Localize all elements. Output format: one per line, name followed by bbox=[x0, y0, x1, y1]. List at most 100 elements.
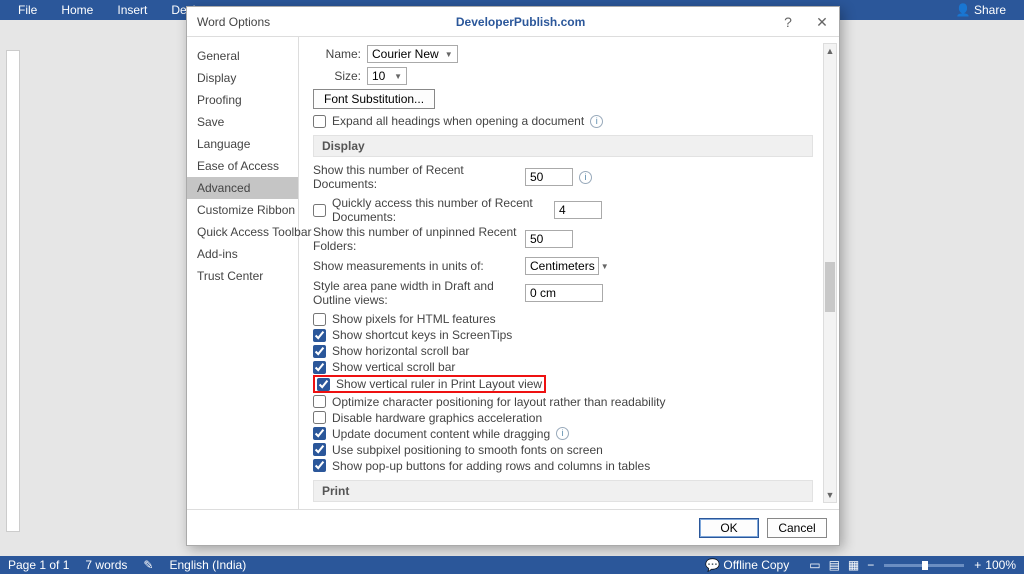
vertical-ruler bbox=[6, 50, 20, 532]
view-read-icon[interactable]: ▭ bbox=[809, 558, 820, 572]
tab-insert[interactable]: Insert bbox=[105, 0, 159, 20]
display-check-label: Show shortcut keys in ScreenTips bbox=[332, 328, 512, 342]
display-check-label: Show pixels for HTML features bbox=[332, 312, 496, 326]
display-check-row: Show horizontal scroll bar bbox=[313, 343, 813, 359]
display-check-5[interactable] bbox=[313, 395, 326, 408]
content-scrollbar[interactable]: ▲ ▼ bbox=[823, 43, 837, 503]
status-bar: Page 1 of 1 7 words ✎ English (India) 💬 … bbox=[0, 556, 1024, 574]
display-check-label: Use subpixel positioning to smooth fonts… bbox=[332, 443, 603, 457]
display-check-6[interactable] bbox=[313, 411, 326, 424]
info-icon[interactable]: i bbox=[579, 171, 592, 184]
info-icon[interactable]: i bbox=[556, 427, 569, 440]
font-name-label: Name: bbox=[313, 47, 361, 61]
style-area-label: Style area pane width in Draft and Outli… bbox=[313, 279, 519, 307]
quick-recent-checkbox[interactable] bbox=[313, 204, 326, 217]
expand-headings-checkbox[interactable] bbox=[313, 115, 326, 128]
scroll-thumb[interactable] bbox=[825, 262, 835, 312]
nav-add-ins[interactable]: Add-ins bbox=[187, 243, 298, 265]
status-offline[interactable]: 💬 Offline Copy bbox=[705, 558, 789, 572]
recent-folders-label: Show this number of unpinned Recent Fold… bbox=[313, 225, 519, 253]
display-check-label: Show pop-up buttons for adding rows and … bbox=[332, 459, 650, 473]
recent-folders-field[interactable] bbox=[525, 230, 573, 248]
nav-language[interactable]: Language bbox=[187, 133, 298, 155]
help-button[interactable]: ? bbox=[771, 7, 805, 37]
status-words[interactable]: 7 words bbox=[85, 558, 127, 572]
close-button[interactable]: ✕ bbox=[805, 7, 839, 37]
display-check-row: Show vertical ruler in Print Layout view bbox=[313, 375, 546, 393]
nav-quick-access-toolbar[interactable]: Quick Access Toolbar bbox=[187, 221, 298, 243]
zoom-out-icon[interactable]: − bbox=[867, 558, 874, 572]
display-check-row: Optimize character positioning for layou… bbox=[313, 394, 813, 410]
font-size-label: Size: bbox=[313, 69, 361, 83]
dialog-titlebar: Word Options DeveloperPublish.com ? ✕ bbox=[187, 7, 839, 37]
display-check-3[interactable] bbox=[313, 361, 326, 374]
scroll-up-icon[interactable]: ▲ bbox=[824, 44, 836, 58]
nav-save[interactable]: Save bbox=[187, 111, 298, 133]
chevron-down-icon: ▼ bbox=[445, 50, 453, 59]
display-check-row: Disable hardware graphics acceleration bbox=[313, 410, 813, 426]
scroll-down-icon[interactable]: ▼ bbox=[824, 488, 836, 502]
status-language[interactable]: English (India) bbox=[169, 558, 246, 572]
display-check-1[interactable] bbox=[313, 329, 326, 342]
nav-advanced[interactable]: Advanced bbox=[187, 177, 298, 199]
font-name-dropdown[interactable]: Courier New▼ bbox=[367, 45, 458, 63]
word-options-dialog: Word Options DeveloperPublish.com ? ✕ Ge… bbox=[186, 6, 840, 546]
print-check-row: Use draft quality bbox=[313, 508, 813, 510]
recent-docs-label: Show this number of Recent Documents: bbox=[313, 163, 519, 191]
tab-file[interactable]: File bbox=[6, 0, 49, 20]
nav-ease-of-access[interactable]: Ease of Access bbox=[187, 155, 298, 177]
display-check-row: Show pixels for HTML features bbox=[313, 311, 813, 327]
quick-recent-field[interactable] bbox=[554, 201, 602, 219]
nav-trust-center[interactable]: Trust Center bbox=[187, 265, 298, 287]
display-check-label: Show vertical ruler in Print Layout view bbox=[336, 377, 542, 391]
display-check-row: Show pop-up buttons for adding rows and … bbox=[313, 458, 813, 474]
display-check-row: Use subpixel positioning to smooth fonts… bbox=[313, 442, 813, 458]
zoom-level[interactable]: 100% bbox=[985, 558, 1016, 572]
display-check-label: Optimize character positioning for layou… bbox=[332, 395, 666, 409]
display-check-row: Update document content while dragging i bbox=[313, 426, 813, 442]
style-area-field[interactable] bbox=[525, 284, 603, 302]
display-check-2[interactable] bbox=[313, 345, 326, 358]
display-check-label: Update document content while dragging bbox=[332, 427, 550, 441]
chevron-down-icon: ▼ bbox=[601, 262, 609, 271]
status-page[interactable]: Page 1 of 1 bbox=[8, 558, 69, 572]
units-dropdown[interactable]: Centimeters▼ bbox=[525, 257, 599, 275]
dialog-footer: OK Cancel bbox=[187, 509, 839, 545]
display-check-label: Show vertical scroll bar bbox=[332, 360, 455, 374]
cancel-button[interactable]: Cancel bbox=[767, 518, 827, 538]
display-check-label: Disable hardware graphics acceleration bbox=[332, 411, 542, 425]
dialog-title: Word Options bbox=[187, 15, 270, 29]
font-size-dropdown[interactable]: 10▼ bbox=[367, 67, 407, 85]
nav-proofing[interactable]: Proofing bbox=[187, 89, 298, 111]
display-check-7[interactable] bbox=[313, 427, 326, 440]
nav-general[interactable]: General bbox=[187, 45, 298, 67]
section-display: Display bbox=[313, 135, 813, 157]
share-button[interactable]: 👤 Share bbox=[944, 0, 1018, 20]
status-proofing-icon[interactable]: ✎ bbox=[143, 558, 153, 572]
nav-display[interactable]: Display bbox=[187, 67, 298, 89]
display-check-0[interactable] bbox=[313, 313, 326, 326]
display-check-row: Show shortcut keys in ScreenTips bbox=[313, 327, 813, 343]
display-check-label: Show horizontal scroll bar bbox=[332, 344, 469, 358]
print-check-label: Use draft quality bbox=[332, 509, 419, 510]
options-content: Name: Courier New▼ Size: 10▼ Font Substi… bbox=[299, 37, 839, 509]
zoom-in-icon[interactable]: + bbox=[974, 558, 981, 572]
display-check-4[interactable] bbox=[317, 378, 330, 391]
tab-home[interactable]: Home bbox=[49, 0, 105, 20]
display-check-8[interactable] bbox=[313, 443, 326, 456]
font-substitution-button[interactable]: Font Substitution... bbox=[313, 89, 435, 109]
zoom-slider[interactable] bbox=[884, 564, 964, 567]
view-web-icon[interactable]: ▦ bbox=[848, 558, 859, 572]
ok-button[interactable]: OK bbox=[699, 518, 759, 538]
expand-headings-label: Expand all headings when opening a docum… bbox=[332, 114, 584, 128]
info-icon[interactable]: i bbox=[590, 115, 603, 128]
recent-docs-field[interactable] bbox=[525, 168, 573, 186]
nav-customize-ribbon[interactable]: Customize Ribbon bbox=[187, 199, 298, 221]
display-check-row: Show vertical scroll bar bbox=[313, 359, 813, 375]
options-nav: General Display Proofing Save Language E… bbox=[187, 37, 299, 509]
share-icon: 👤 bbox=[956, 3, 971, 17]
view-print-icon[interactable]: ▤ bbox=[829, 558, 840, 572]
chevron-down-icon: ▼ bbox=[394, 72, 402, 81]
brand-watermark: DeveloperPublish.com bbox=[270, 15, 771, 29]
display-check-9[interactable] bbox=[313, 459, 326, 472]
